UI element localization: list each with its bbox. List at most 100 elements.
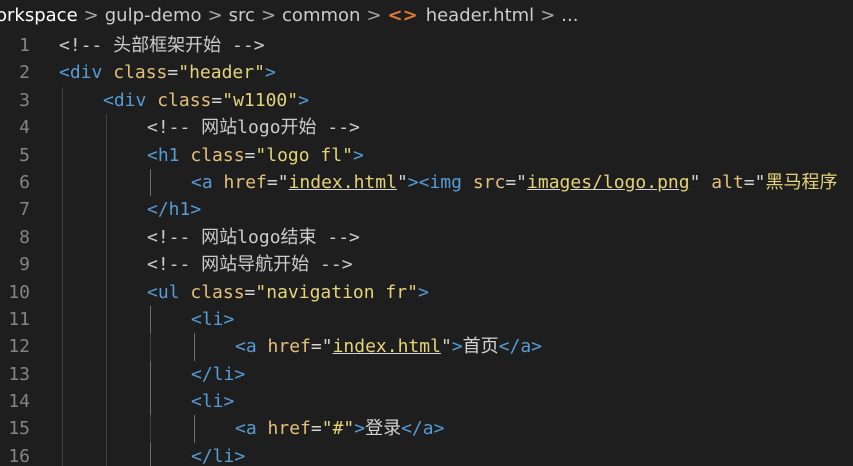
code-punctuation: = (244, 281, 256, 303)
breadcrumb-item[interactable]: common (282, 0, 360, 32)
breadcrumb-item[interactable]: src (229, 0, 255, 32)
code-line[interactable]: 6 <a href="index.html"><img src="images/l… (0, 168, 853, 197)
code-line[interactable]: 2 <div class="header"> (0, 59, 853, 86)
line-number: 7 (19, 199, 30, 221)
code-text: <li> (191, 306, 234, 333)
code-line[interactable]: 7 </h1> (0, 196, 853, 224)
code-text: <h1 class="logo fl"> (147, 142, 364, 169)
code-punctuation: " (396, 171, 408, 193)
breadcrumb-item[interactable]: orkspace (0, 0, 78, 32)
code-line[interactable]: 4 <!-- 网站logo开始 --> (0, 114, 853, 142)
code-text: </h1> (147, 196, 201, 223)
code-line[interactable]: 9 <!-- 网站导航开始 --> (0, 251, 853, 279)
code-tag: </li> (191, 445, 246, 466)
code-line[interactable]: 11 <li> (0, 305, 853, 334)
code-tag: > (417, 281, 429, 303)
code-attribute: href (223, 171, 267, 193)
indent-guide (106, 196, 107, 224)
indent-guide (106, 168, 107, 197)
code-editor[interactable]: 1 <!-- 头部框架开始 --> 2 <div class="header"> 3 <d… (0, 32, 853, 466)
code-text: <div class="header"> (59, 59, 276, 86)
code-comment: <!-- 网站logo结束 --> (147, 226, 360, 248)
code-punctuation: =" (266, 171, 289, 193)
code-line[interactable]: 15 <a href="#">登录</a> (0, 415, 853, 443)
indent-guide (62, 278, 63, 306)
indent-guide (150, 305, 151, 334)
code-tag: <a (235, 336, 257, 358)
code-line[interactable]: 13 </li> (0, 360, 853, 389)
code-line[interactable]: 3 <div class="w1100"> (0, 86, 853, 115)
line-number: 6 (19, 171, 30, 193)
indent-guide (62, 360, 63, 389)
code-text: </li> (191, 443, 245, 466)
line-number: 12 (8, 336, 30, 358)
code-tag: </h1> (147, 199, 202, 221)
breadcrumb-separator-icon: > (207, 5, 223, 26)
code-link[interactable]: index.html (289, 172, 397, 193)
indent-guide (62, 168, 63, 197)
line-number: 15 (8, 418, 30, 440)
line-number: 8 (19, 226, 30, 248)
code-line[interactable]: 5 <h1 class="logo fl"> (0, 141, 853, 169)
code-line[interactable]: 10 <ul class="navigation fr"> (0, 278, 853, 306)
breadcrumb-separator-icon: > (366, 5, 382, 26)
code-text-node: 首页 (462, 336, 499, 358)
code-attribute: alt (711, 171, 744, 193)
indent-guide (62, 305, 63, 334)
breadcrumb-separator-icon: > (83, 5, 99, 26)
code-line[interactable]: 1 <!-- 头部框架开始 --> (0, 32, 853, 59)
indent-guide (106, 223, 107, 252)
line-number: 11 (8, 308, 30, 330)
code-text: </li> (191, 361, 245, 388)
code-punctuation: " (440, 336, 452, 358)
code-string: 黑马程序 (765, 171, 838, 193)
code-text-node: 登录 (365, 418, 402, 440)
indent-guide (106, 278, 107, 306)
code-punctuation: = (310, 418, 322, 440)
code-line[interactable]: 16 </li> (0, 442, 853, 466)
indent-guide (62, 86, 63, 115)
code-line[interactable]: 14 <li> (0, 388, 853, 416)
code-tag: <h1 (147, 144, 180, 166)
code-comment: <!-- 网站导航开始 --> (147, 254, 353, 276)
code-attribute: class (190, 144, 245, 166)
code-attribute: class (113, 62, 168, 84)
code-line[interactable]: 8 <!-- 网站logo结束 --> (0, 223, 853, 252)
code-text: <a href="index.html">首页</a> (235, 333, 542, 360)
html-file-icon: <> (387, 5, 418, 26)
code-text: <a href="index.html"><img src="images/lo… (191, 169, 837, 196)
breadcrumb-separator-icon: > (260, 5, 277, 26)
breadcrumb-item[interactable]: ... (561, 0, 578, 32)
code-attribute: class (157, 89, 212, 111)
code-line[interactable]: 12 <a href="index.html">首页</a> (0, 333, 853, 361)
line-number: 5 (19, 144, 30, 166)
breadcrumb-track: orkspace > gulp-demo > src > common > <> header.h… (0, 0, 578, 32)
code-link[interactable]: images/logo.png (527, 172, 690, 193)
indent-guide (106, 305, 107, 334)
code-punctuation: = (167, 62, 179, 84)
code-comment: <!-- 网站logo开始 --> (147, 117, 360, 139)
indent-guide (62, 251, 63, 279)
indent-guide (62, 333, 63, 361)
code-tag: > (352, 144, 364, 166)
code-text: <div class="w1100"> (103, 87, 309, 114)
code-tag: <ul (147, 281, 180, 303)
line-number: 9 (19, 254, 30, 276)
code-tag: </a> (401, 418, 445, 440)
code-tag: <div (103, 89, 147, 111)
code-link[interactable]: index.html (333, 336, 441, 357)
code-tag: > (298, 89, 309, 111)
breadcrumb-item[interactable]: header.html (426, 0, 534, 32)
line-number: 10 (8, 281, 30, 303)
indent-guide (62, 141, 63, 169)
breadcrumb-item[interactable]: gulp-demo (105, 0, 202, 32)
code-text: <a href="#">登录</a> (235, 415, 444, 442)
indent-guide (106, 388, 107, 416)
indent-guide (106, 360, 107, 389)
